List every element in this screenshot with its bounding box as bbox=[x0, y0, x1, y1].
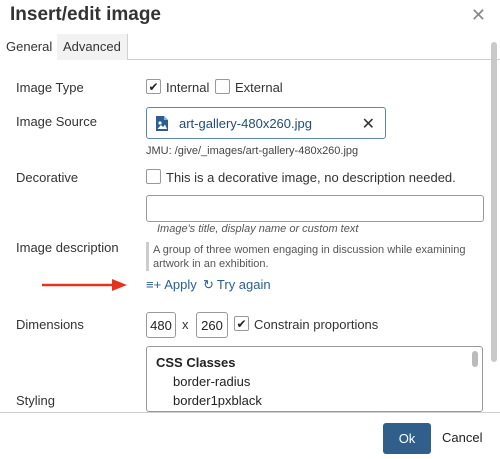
external-label: External bbox=[235, 80, 283, 95]
red-arrow-annotation bbox=[42, 279, 127, 291]
image-path: JMU: /give/_images/art-gallery-480x260.j… bbox=[146, 145, 359, 157]
image-source-label: Image Source bbox=[16, 114, 97, 129]
css-classes-list[interactable]: CSS Classes border-radius border1pxblack bbox=[146, 346, 483, 412]
image-source-field[interactable]: art-gallery-480x260.jpg ✕ bbox=[146, 107, 386, 139]
image-description-text: A group of three women engaging in discu… bbox=[153, 244, 466, 270]
css-class-option[interactable]: border1pxblack bbox=[173, 393, 262, 408]
css-class-option[interactable]: border-radius bbox=[173, 374, 250, 389]
external-checkbox[interactable] bbox=[215, 79, 230, 94]
image-description-label: Image description bbox=[16, 240, 119, 255]
dimension-separator: x bbox=[182, 317, 189, 332]
ok-button[interactable]: Ok bbox=[383, 423, 431, 454]
insert-edit-image-dialog: Insert/edit image ✕ General Advanced Ima… bbox=[0, 0, 500, 459]
list-scrollbar[interactable] bbox=[472, 351, 478, 367]
image-file-icon bbox=[156, 116, 168, 131]
tab-bar: General Advanced bbox=[0, 34, 500, 60]
decorative-label: Decorative bbox=[16, 170, 79, 185]
decorative-checkbox-label: This is a decorative image, no descripti… bbox=[166, 170, 456, 185]
apply-button[interactable]: ≡+ Apply bbox=[146, 277, 197, 292]
constrain-checkbox[interactable] bbox=[234, 316, 249, 331]
tab-advanced[interactable]: Advanced bbox=[57, 34, 128, 60]
description-quote-bar bbox=[146, 242, 149, 271]
tab-general[interactable]: General bbox=[0, 34, 60, 60]
try-again-label: Try again bbox=[216, 277, 271, 292]
constrain-label: Constrain proportions bbox=[254, 317, 379, 332]
image-title-hint: Image's title, display name or custom te… bbox=[157, 223, 359, 235]
width-input[interactable] bbox=[146, 312, 176, 338]
clear-file-icon[interactable]: ✕ bbox=[362, 114, 375, 134]
height-input[interactable] bbox=[196, 312, 228, 338]
dialog-footer: Ok Cancel bbox=[0, 412, 500, 459]
apply-label: Apply bbox=[164, 277, 197, 292]
dialog-header: Insert/edit image ✕ bbox=[0, 0, 500, 34]
styling-label: Styling bbox=[16, 393, 56, 408]
cancel-button[interactable]: Cancel bbox=[442, 430, 482, 445]
dimensions-label: Dimensions bbox=[16, 317, 84, 332]
refresh-icon: ↻ bbox=[203, 277, 214, 292]
try-again-button[interactable]: ↻ Try again bbox=[203, 277, 271, 293]
close-icon[interactable]: ✕ bbox=[471, 5, 486, 26]
image-title-input[interactable] bbox=[146, 195, 484, 222]
decorative-checkbox[interactable] bbox=[146, 169, 161, 184]
css-classes-header: CSS Classes bbox=[156, 355, 236, 370]
apply-list-icon: ≡+ bbox=[146, 277, 162, 292]
image-type-label: Image Type bbox=[16, 80, 84, 95]
internal-checkbox[interactable] bbox=[146, 79, 161, 94]
image-file-name: art-gallery-480x260.jpg bbox=[179, 116, 312, 131]
dialog-title: Insert/edit image bbox=[10, 4, 161, 25]
internal-label: Internal bbox=[166, 80, 210, 95]
dialog-scrollbar[interactable] bbox=[491, 42, 497, 362]
